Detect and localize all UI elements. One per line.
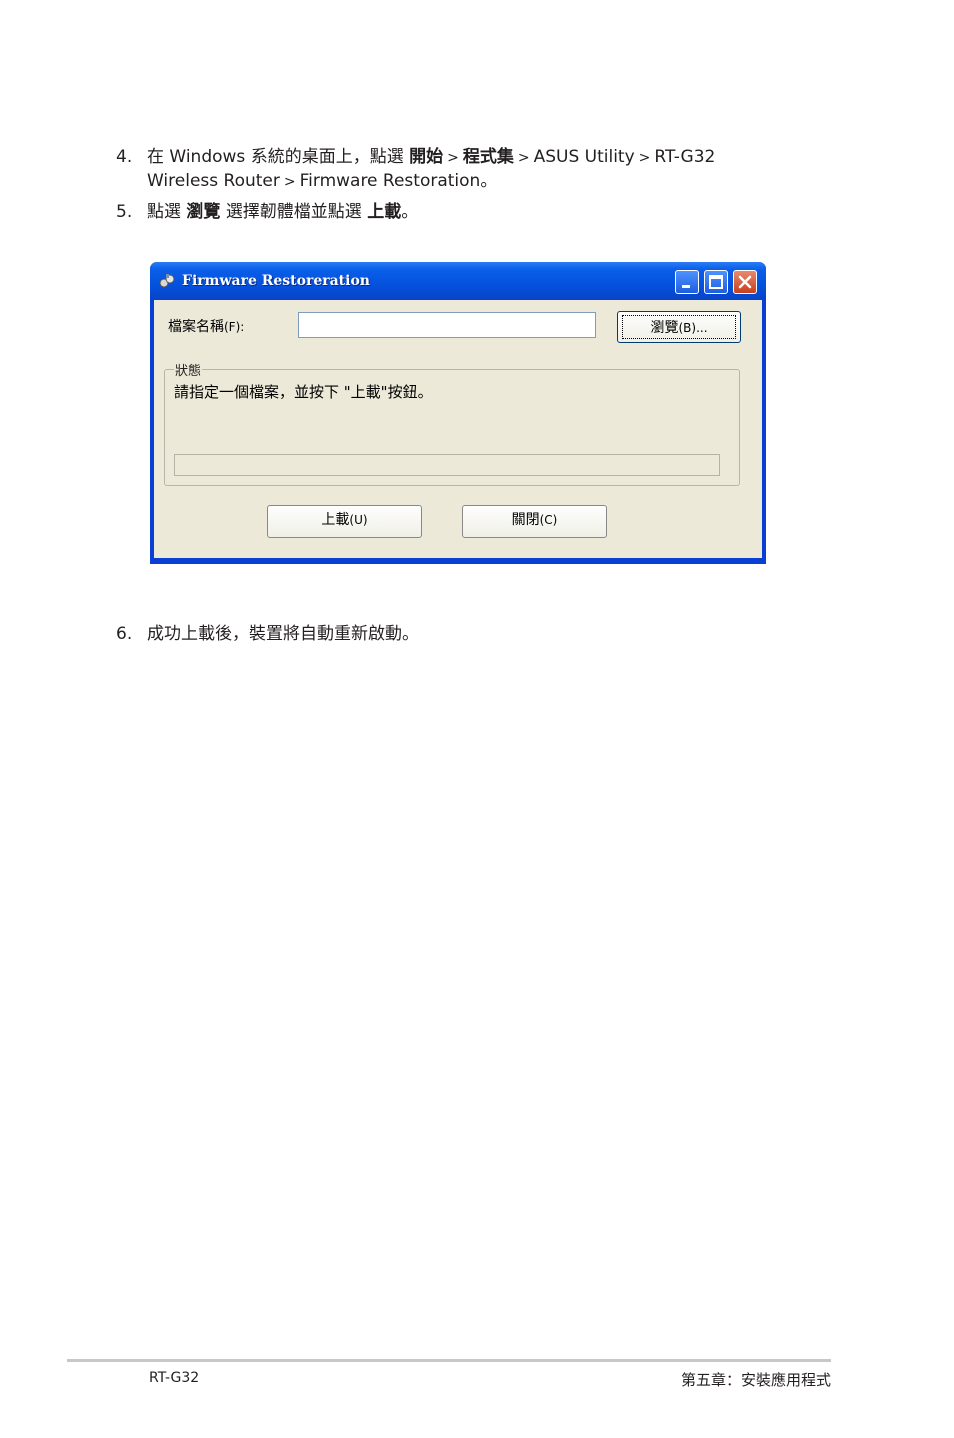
filename-hotkey: (F): bbox=[224, 320, 245, 334]
maximize-icon bbox=[709, 275, 723, 289]
step-number: 6. bbox=[116, 624, 133, 644]
filename-label: 檔案名稱(F): bbox=[168, 316, 244, 336]
menu-asus-utility: ASUS Utility bbox=[533, 147, 635, 167]
minimize-button[interactable] bbox=[675, 270, 699, 294]
step-number: 5. bbox=[116, 202, 133, 222]
footer-model: RT-G32 bbox=[149, 1370, 200, 1386]
step-text: 點選 bbox=[147, 202, 181, 222]
maximize-button[interactable] bbox=[704, 270, 728, 294]
minimize-icon bbox=[682, 285, 690, 288]
menu-wireless-router: Wireless Router bbox=[147, 171, 280, 191]
close-button[interactable]: 關閉(C) bbox=[462, 505, 607, 538]
window-client-area: 檔案名稱(F): 瀏覽(B)... 狀態 請指定一個檔案，並按下 "上載"按鈕。… bbox=[154, 300, 762, 558]
firmware-restoration-window: Firmware Restoreration 檔案名稱(F): 瀏覽(B)...… bbox=[150, 262, 766, 564]
menu-programs: 程式集 bbox=[462, 147, 514, 167]
browse-term: 瀏覽 bbox=[186, 202, 221, 222]
step-text: 選擇韌體檔並點選 bbox=[225, 202, 362, 222]
progress-bar bbox=[174, 454, 720, 476]
title-bar[interactable]: Firmware Restoreration bbox=[150, 262, 766, 300]
footer-rule bbox=[67, 1359, 831, 1362]
status-group-title: 狀態 bbox=[174, 360, 203, 379]
period: 。 bbox=[401, 202, 419, 222]
separator: > bbox=[638, 150, 651, 166]
browse-button[interactable]: 瀏覽(B)... bbox=[617, 311, 741, 343]
period: 。 bbox=[480, 171, 498, 191]
filename-label-text: 檔案名稱 bbox=[168, 319, 224, 335]
footer-chapter: 第五章：安裝應用程式 bbox=[680, 1371, 831, 1389]
browse-hotkey: (B)... bbox=[678, 321, 708, 335]
window-title: Firmware Restoreration bbox=[182, 273, 370, 289]
menu-start: 開始 bbox=[409, 147, 444, 167]
upload-hotkey: (U) bbox=[349, 513, 368, 527]
step-text: 在 Windows 系統的桌面上，點選 bbox=[147, 147, 404, 167]
menu-firmware-restoration: Firmware Restoration bbox=[299, 171, 481, 191]
separator: > bbox=[283, 174, 296, 190]
separator: > bbox=[517, 150, 530, 166]
step-number: 4. bbox=[116, 147, 133, 167]
close-icon bbox=[738, 275, 752, 289]
app-icon bbox=[159, 274, 175, 288]
step-5-line: 點選 瀏覽 選擇韌體檔並點選 上載。 bbox=[147, 200, 418, 224]
close-button-label: 關閉 bbox=[511, 512, 540, 528]
step-text: 成功上載後，裝置將自動重新啟動。 bbox=[147, 624, 419, 644]
separator: > bbox=[447, 150, 459, 166]
menu-rt-g32: RT-G32 bbox=[654, 147, 716, 167]
step-4-line-1: 在 Windows 系統的桌面上，點選 開始 > 程式集 > ASUS Utility >… bbox=[147, 145, 715, 170]
step-4-line-2: Wireless Router > Firmware Restoration。 bbox=[147, 169, 497, 194]
browse-button-label: 瀏覽 bbox=[650, 320, 679, 336]
filename-input[interactable] bbox=[298, 312, 596, 338]
upload-button[interactable]: 上載(U) bbox=[267, 505, 422, 538]
focus-rect: 瀏覽(B)... bbox=[622, 315, 736, 339]
status-message: 請指定一個檔案，並按下 "上載"按鈕。 bbox=[174, 383, 433, 401]
upload-button-label: 上載 bbox=[321, 512, 350, 528]
upload-term: 上載 bbox=[367, 202, 402, 222]
close-window-button[interactable] bbox=[733, 270, 757, 294]
close-hotkey: (C) bbox=[539, 513, 558, 527]
step-6-line: 成功上載後，裝置將自動重新啟動。 bbox=[147, 622, 419, 646]
